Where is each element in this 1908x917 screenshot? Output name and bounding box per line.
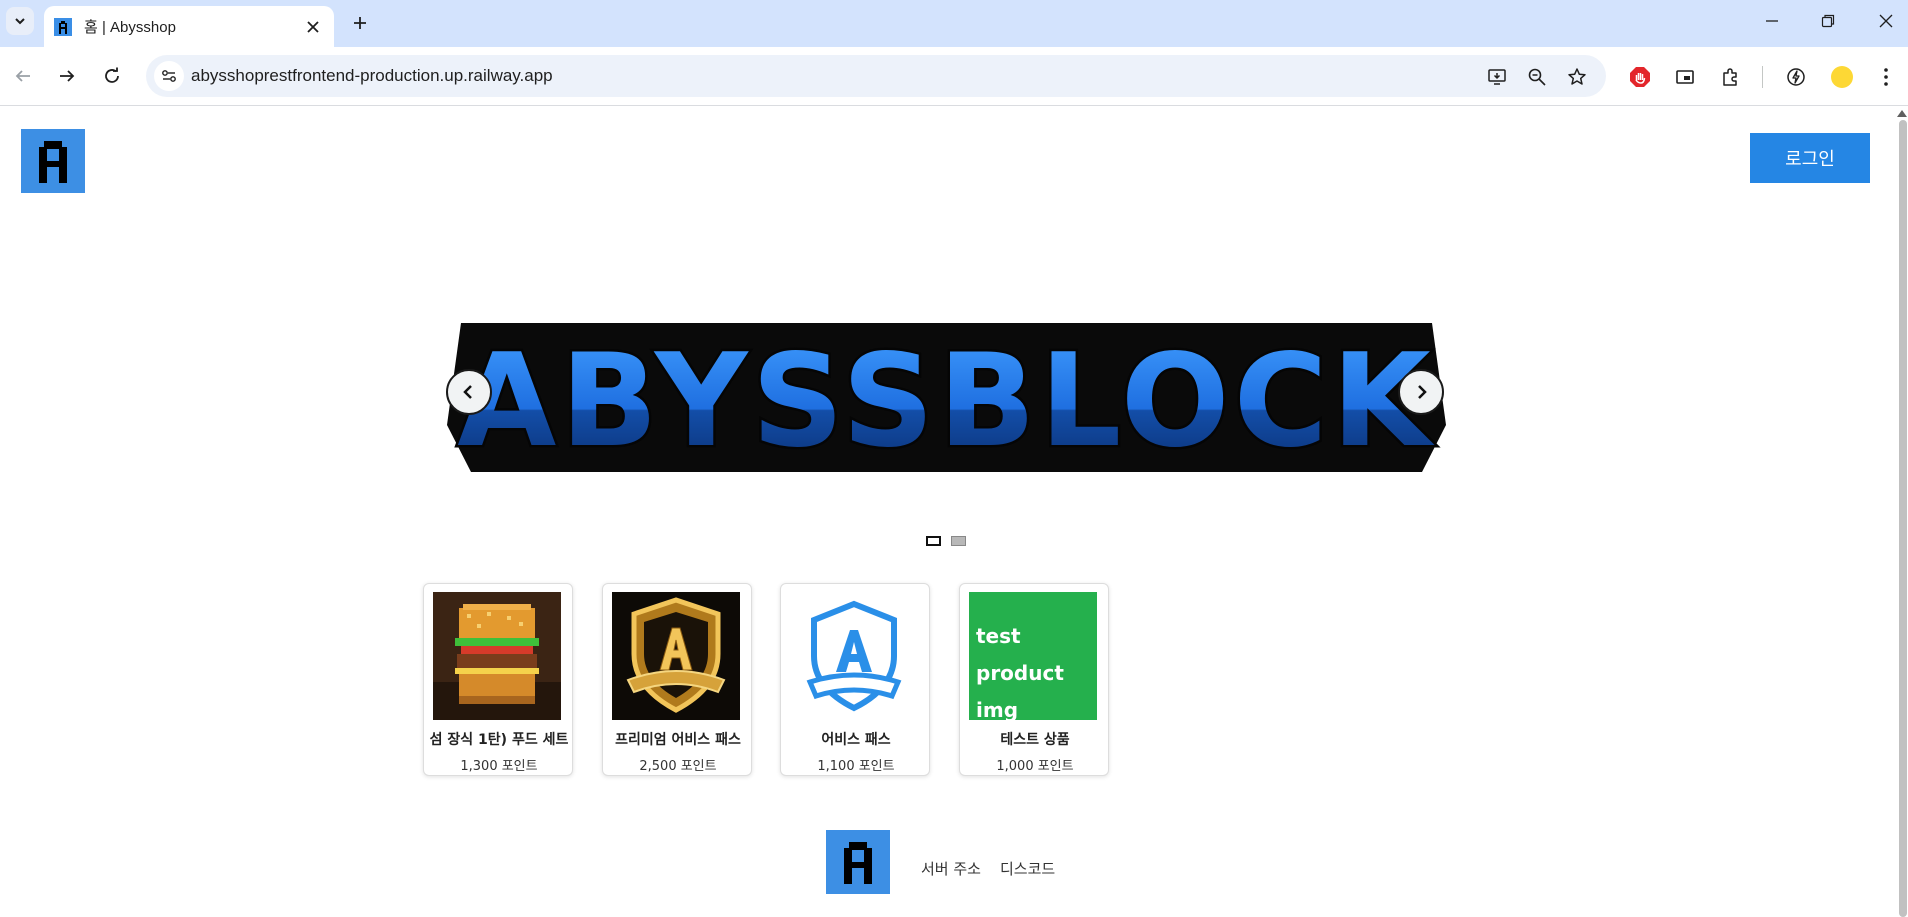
window-close-button[interactable] xyxy=(1864,6,1908,36)
install-app-icon xyxy=(1488,69,1506,85)
login-button[interactable]: 로그인 xyxy=(1750,133,1870,183)
restore-icon xyxy=(1821,14,1835,28)
browser-tabstrip: 홈 | Abysshop xyxy=(0,0,1908,47)
bookmark-button[interactable] xyxy=(1564,64,1590,90)
product-card[interactable]: 프리미엄 어비스 패스 2,500 포인트 xyxy=(602,583,752,776)
reload-button[interactable] xyxy=(97,61,127,91)
new-tab-button[interactable] xyxy=(346,9,374,37)
adblock-icon xyxy=(1630,67,1650,87)
carousel-next-button[interactable] xyxy=(1398,369,1444,415)
close-icon xyxy=(307,20,319,33)
tab-close-button[interactable] xyxy=(302,16,324,38)
page-content: 로그인 ABYSSBLOCK 섬 장식 1탄) 푸드 세트 1,300 포인트 … xyxy=(0,106,1908,917)
profile-avatar-icon xyxy=(1831,66,1853,88)
product-price: 1,100 포인트 xyxy=(817,759,895,774)
restore-button[interactable] xyxy=(1806,6,1850,36)
banner-logo-image: ABYSSBLOCK xyxy=(447,323,1446,477)
profile-button[interactable] xyxy=(1828,63,1856,91)
footer-logo[interactable] xyxy=(826,830,890,894)
window-close-icon xyxy=(1879,14,1893,28)
product-list: 섬 장식 1탄) 푸드 세트 1,300 포인트 프리미엄 어비스 패스 2,5… xyxy=(423,583,1123,783)
chevron-right-icon xyxy=(1418,385,1427,399)
star-icon xyxy=(1568,68,1586,85)
browser-tab[interactable]: 홈 | Abysshop xyxy=(44,6,334,47)
extensions-button[interactable] xyxy=(1716,63,1744,91)
url-text[interactable]: abysshoprestfrontend-production.up.railw… xyxy=(191,66,553,86)
banner-text: ABYSSBLOCK xyxy=(457,327,1435,476)
minimize-button[interactable] xyxy=(1750,6,1794,36)
performance-icon xyxy=(1787,68,1805,86)
zoom-icon xyxy=(1528,68,1546,86)
forward-icon xyxy=(60,70,75,82)
address-bar[interactable]: abysshoprestfrontend-production.up.railw… xyxy=(146,55,1606,97)
product-card[interactable]: 어비스 패스 1,100 포인트 xyxy=(780,583,930,776)
pip-icon xyxy=(1676,70,1694,84)
toolbar-separator xyxy=(1762,66,1763,88)
picture-in-picture-button[interactable] xyxy=(1671,63,1699,91)
install-app-button[interactable] xyxy=(1484,64,1510,90)
product-price: 1,000 포인트 xyxy=(996,759,1074,774)
tab-search-button[interactable] xyxy=(6,7,34,35)
carousel-dot-1[interactable] xyxy=(926,536,941,546)
back-button[interactable] xyxy=(8,61,38,91)
product-card[interactable]: 섬 장식 1탄) 푸드 세트 1,300 포인트 xyxy=(423,583,573,776)
gold-shield-image xyxy=(612,592,740,720)
abyss-logo-icon xyxy=(844,842,872,884)
footer-link-server-address[interactable]: 서버 주소 xyxy=(921,858,981,879)
menu-icon xyxy=(1884,68,1888,86)
tab-title: 홈 | Abysshop xyxy=(84,19,176,36)
favicon-icon xyxy=(54,17,72,36)
site-info-button[interactable] xyxy=(154,61,184,91)
site-info-icon xyxy=(162,70,176,82)
reload-icon xyxy=(105,67,119,83)
chevron-left-icon xyxy=(463,385,472,399)
forward-button[interactable] xyxy=(52,61,82,91)
chevron-down-icon xyxy=(15,18,25,25)
zoom-button[interactable] xyxy=(1524,64,1550,90)
footer: 서버 주소 디스코드 xyxy=(0,830,1893,917)
extensions-icon xyxy=(1723,68,1737,86)
header-logo[interactable] xyxy=(21,129,85,193)
plus-icon xyxy=(354,17,366,29)
scrollbar-thumb[interactable] xyxy=(1899,120,1907,917)
product-name: 섬 장식 1탄) 푸드 세트 xyxy=(429,732,569,748)
footer-link-discord[interactable]: 디스코드 xyxy=(1000,858,1055,879)
back-icon xyxy=(15,70,30,82)
product-card[interactable]: test product img 테스트 상품 1,000 포인트 xyxy=(959,583,1109,776)
adblock-extension-button[interactable] xyxy=(1626,63,1654,91)
product-price: 2,500 포인트 xyxy=(639,759,717,774)
test-product-image: test product img xyxy=(969,592,1097,720)
performance-button[interactable] xyxy=(1782,63,1810,91)
product-price: 1,300 포인트 xyxy=(460,759,538,774)
carousel-dot-2[interactable] xyxy=(951,536,966,546)
browser-menu-button[interactable] xyxy=(1872,63,1900,91)
carousel-banner: ABYSSBLOCK xyxy=(447,315,1446,477)
scroll-up-arrow-icon[interactable] xyxy=(1897,110,1907,117)
carousel-prev-button[interactable] xyxy=(446,369,492,415)
product-name: 어비스 패스 xyxy=(821,732,891,748)
product-name: 테스트 상품 xyxy=(1000,732,1070,748)
burger-image xyxy=(433,592,561,720)
blue-shield-image xyxy=(790,592,918,720)
minimize-icon xyxy=(1766,20,1778,22)
abyss-logo-icon xyxy=(39,141,67,183)
browser-toolbar: abysshoprestfrontend-production.up.railw… xyxy=(0,47,1908,106)
product-name: 프리미엄 어비스 패스 xyxy=(615,732,741,748)
